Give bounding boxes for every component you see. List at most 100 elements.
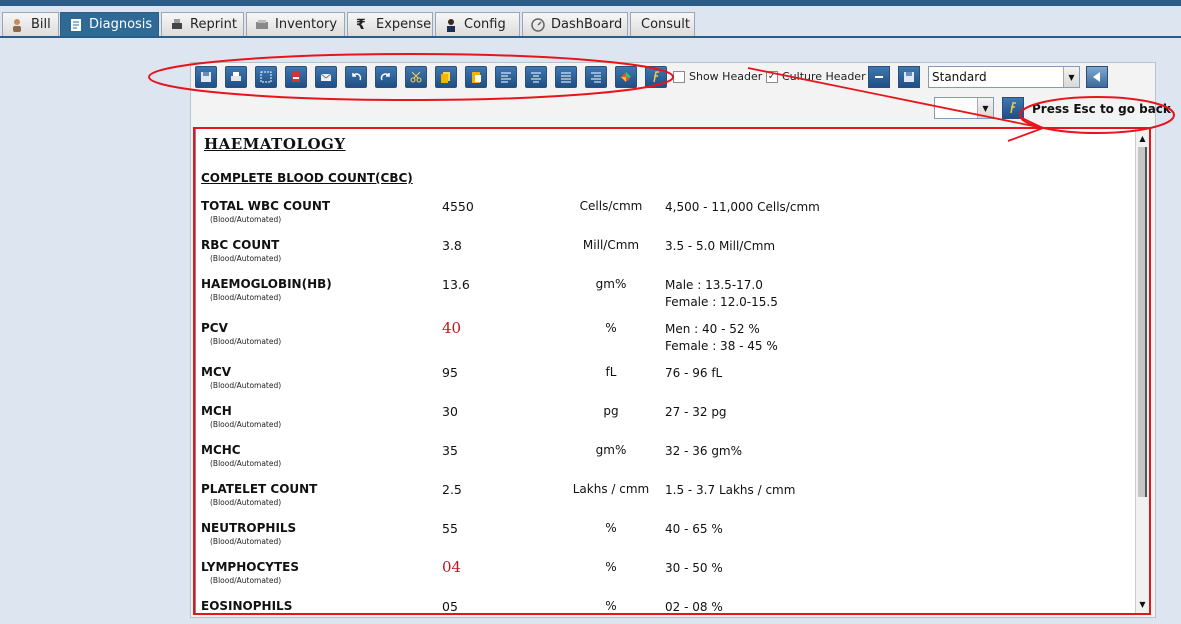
copy-icon bbox=[441, 72, 450, 83]
back-button[interactable] bbox=[1086, 66, 1108, 88]
tab-inventory[interactable]: Inventory bbox=[246, 12, 345, 36]
reference-range-line: 30 - 50 % bbox=[665, 561, 723, 575]
tab-label: Consult bbox=[641, 17, 690, 32]
tab-config[interactable]: Config bbox=[435, 12, 520, 36]
align-right-button[interactable] bbox=[585, 66, 607, 88]
tab-diagnosis[interactable]: Diagnosis bbox=[60, 12, 159, 36]
editor-toolbar bbox=[195, 66, 675, 90]
font-button[interactable] bbox=[645, 66, 667, 88]
main-tabs: Bill Diagnosis Reprint Inventory ₹ Expen… bbox=[0, 12, 1181, 38]
test-method: (Blood/Automated) bbox=[210, 420, 282, 429]
reference-range: 32 - 36 gm% bbox=[665, 443, 742, 460]
table-row: EOSINOPHILS 05% 02 - 08 % bbox=[196, 599, 1131, 614]
inventory-icon bbox=[255, 18, 269, 32]
test-method: (Blood/Automated) bbox=[210, 337, 282, 346]
tab-dashboard[interactable]: DashBoard bbox=[522, 12, 628, 36]
tab-expense[interactable]: ₹ Expense bbox=[347, 12, 433, 36]
subsection-title: COMPLETE BLOOD COUNT(CBC) bbox=[201, 171, 413, 185]
minus-icon bbox=[875, 76, 883, 78]
test-method: (Blood/Automated) bbox=[210, 381, 282, 390]
culture-header-checkbox[interactable]: ✓ Culture Header bbox=[766, 70, 866, 83]
test-value: 35 bbox=[442, 443, 458, 458]
align-center-button[interactable] bbox=[525, 66, 547, 88]
redo-button[interactable] bbox=[375, 66, 397, 88]
test-value: 55 bbox=[442, 521, 458, 536]
test-unit: gm% bbox=[595, 277, 627, 291]
font-style-button[interactable] bbox=[1002, 97, 1024, 119]
font-icon bbox=[1010, 102, 1016, 114]
section-title: HAEMATOLOGY bbox=[204, 135, 346, 153]
undo-button[interactable] bbox=[345, 66, 367, 88]
scroll-thumb[interactable] bbox=[1138, 147, 1147, 497]
print-button[interactable] bbox=[225, 66, 247, 88]
reference-range-line: Female : 38 - 45 % bbox=[665, 339, 778, 353]
table-row: NEUTROPHILS (Blood/Automated) 55% 40 - 65 % bbox=[196, 521, 1131, 561]
scroll-up-icon[interactable]: ▲ bbox=[1136, 131, 1149, 145]
print-preview-button[interactable] bbox=[285, 66, 307, 88]
test-name: LYMPHOCYTES bbox=[201, 560, 299, 574]
test-name: PCV bbox=[201, 321, 228, 335]
redo-icon bbox=[380, 73, 390, 81]
test-unit: gm% bbox=[595, 443, 627, 457]
top-accent-bar bbox=[0, 0, 1181, 6]
printer-icon bbox=[231, 72, 241, 81]
report-editor[interactable]: HAEMATOLOGY COMPLETE BLOOD COUNT(CBC) TO… bbox=[195, 128, 1150, 614]
cut-button[interactable] bbox=[405, 66, 427, 88]
save-button[interactable] bbox=[195, 66, 217, 88]
reference-range: 76 - 96 fL bbox=[665, 365, 722, 382]
culture-header-label: Culture Header bbox=[782, 70, 866, 83]
test-value: 4550 bbox=[442, 199, 474, 214]
reference-range-line: 4,500 - 11,000 Cells/cmm bbox=[665, 200, 820, 214]
email-button[interactable] bbox=[315, 66, 337, 88]
tab-reprint[interactable]: Reprint bbox=[161, 12, 244, 36]
test-method: (Blood/Automated) bbox=[210, 576, 282, 585]
tab-consult[interactable]: Consult bbox=[630, 12, 695, 36]
reference-range-line: Male : 13.5-17.0 bbox=[665, 278, 763, 292]
arrow-left-icon bbox=[1093, 72, 1100, 82]
checkbox-box: ✓ bbox=[766, 70, 778, 83]
justify-button[interactable] bbox=[555, 66, 577, 88]
align-right-icon bbox=[591, 72, 601, 83]
save-icon bbox=[201, 72, 211, 82]
scroll-down-icon[interactable]: ▼ bbox=[1136, 597, 1149, 611]
show-header-checkbox[interactable]: Show Header bbox=[673, 70, 762, 83]
align-center-icon bbox=[531, 72, 541, 83]
test-name: RBC COUNT bbox=[201, 238, 280, 252]
reference-range: 1.5 - 3.7 Lakhs / cmm bbox=[665, 482, 795, 499]
copy-button[interactable] bbox=[435, 66, 457, 88]
test-unit: Cells/cmm bbox=[579, 199, 643, 213]
tab-label: Expense bbox=[376, 17, 432, 32]
template-select[interactable]: Standard ▼ bbox=[928, 66, 1080, 88]
table-row: MCHC (Blood/Automated) 35 gm% 32 - 36 gm% bbox=[196, 443, 1131, 483]
vertical-scrollbar[interactable]: ▲ ▼ bbox=[1135, 129, 1149, 613]
reference-range-line: 40 - 65 % bbox=[665, 522, 723, 536]
template-select-value: Standard bbox=[932, 70, 987, 84]
reference-range-line: 32 - 36 gm% bbox=[665, 444, 743, 458]
reference-range: Men : 40 - 52 % Female : 38 - 45 % bbox=[665, 321, 778, 355]
test-value: 05 bbox=[442, 599, 458, 614]
tab-label: DashBoard bbox=[551, 17, 623, 32]
test-value: 3.8 bbox=[442, 238, 462, 253]
size-select[interactable]: ▼ bbox=[934, 97, 994, 119]
test-name: MCV bbox=[201, 365, 232, 379]
test-value: 95 bbox=[442, 365, 458, 380]
test-method: (Blood/Automated) bbox=[210, 293, 282, 302]
align-left-button[interactable] bbox=[495, 66, 517, 88]
paste-button[interactable] bbox=[465, 66, 487, 88]
tab-bill[interactable]: Bill bbox=[2, 12, 59, 36]
gauge-icon bbox=[531, 17, 545, 32]
table-row: RBC COUNT (Blood/Automated) 3.8 Mill/Cmm 3.5… bbox=[196, 238, 1131, 278]
reference-range: 27 - 32 pg bbox=[665, 404, 727, 421]
color-button[interactable] bbox=[615, 66, 637, 88]
test-value: 2.5 bbox=[442, 482, 462, 497]
font-icon bbox=[653, 71, 659, 83]
test-name: MCH bbox=[201, 404, 232, 418]
color-palette-icon bbox=[621, 72, 631, 82]
test-unit: % bbox=[605, 560, 617, 574]
align-justify-icon bbox=[561, 72, 571, 83]
test-name: NEUTROPHILS bbox=[201, 521, 297, 535]
save-template-button[interactable] bbox=[898, 66, 920, 88]
zoom-out-button[interactable] bbox=[868, 66, 890, 88]
test-unit: Mill/Cmm bbox=[582, 238, 640, 252]
select-all-button[interactable] bbox=[255, 66, 277, 88]
